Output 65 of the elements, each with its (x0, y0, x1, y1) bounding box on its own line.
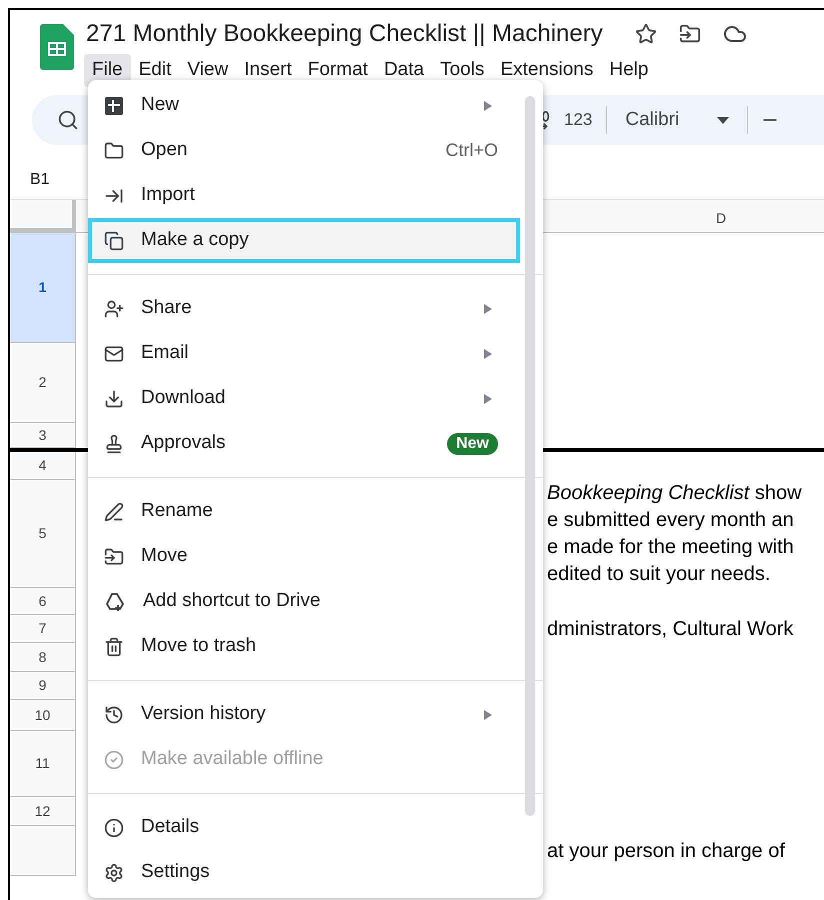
shortcut-text: Ctrl+O (445, 139, 498, 162)
menu-bar-item[interactable]: Help (601, 54, 656, 86)
menu-item[interactable]: Approvals New (88, 421, 520, 466)
row-header[interactable]: 10 (10, 700, 76, 731)
menu-item[interactable]: Rename (88, 489, 520, 534)
menu-item[interactable]: Version history (88, 692, 520, 737)
menu-item[interactable]: Share (88, 286, 520, 331)
row-header[interactable]: 11 (10, 731, 76, 797)
document-title[interactable]: 271 Monthly Bookkeeping Checklist || Machinery (86, 16, 603, 52)
settings-icon (104, 862, 124, 882)
pen-icon (104, 502, 124, 522)
row-header[interactable]: 4 (10, 452, 76, 480)
trash-icon (104, 636, 124, 656)
download-icon (104, 388, 124, 408)
sheets-logo-icon[interactable] (40, 24, 74, 70)
info-icon (104, 818, 124, 838)
submenu-arrow-icon (484, 348, 492, 358)
menu-item[interactable]: Move (88, 534, 520, 579)
menu-item[interactable]: Open Ctrl+O (88, 128, 520, 173)
cell-text: Bookkeeping Checklist show (547, 481, 803, 506)
menu-item[interactable]: Details (88, 805, 520, 850)
history-icon (104, 704, 124, 724)
row-header[interactable]: 6 (10, 588, 76, 615)
menu-item[interactable]: Download (88, 376, 520, 421)
copy-icon (104, 230, 124, 250)
row-header[interactable]: 1 (10, 233, 76, 343)
folder-move-icon[interactable] (678, 23, 701, 45)
submenu-arrow-icon (484, 304, 492, 314)
menu-item[interactable]: Import (88, 173, 520, 218)
folder-move-icon (104, 546, 124, 566)
menu-item[interactable]: Settings (88, 850, 520, 895)
row-header[interactable]: 3 (10, 423, 76, 448)
submenu-arrow-icon (484, 394, 492, 404)
number-format-button[interactable]: 123 (564, 107, 592, 133)
plus-square-icon (104, 96, 124, 116)
new-badge: New (447, 432, 498, 454)
font-dropdown[interactable]: Calibri (625, 106, 708, 134)
menu-item[interactable]: Move to trash (88, 624, 520, 669)
menu-item[interactable]: Email (88, 331, 520, 376)
row-header[interactable]: 8 (10, 643, 76, 672)
cell-text: edited to suit your needs. (547, 562, 772, 587)
name-box[interactable]: B1 (30, 168, 50, 192)
menu-item[interactable]: Make a copy (88, 218, 520, 263)
scrollbar-thumb[interactable] (525, 96, 535, 816)
caret-icon[interactable] (717, 116, 730, 124)
cell-text: at your person in charge of (547, 838, 786, 864)
row-header[interactable]: 5 (10, 480, 76, 588)
menu-item[interactable]: Add shortcut to Drive (88, 579, 520, 624)
row-header[interactable]: 12 (10, 797, 76, 826)
row-header[interactable]: 2 (10, 343, 76, 423)
check-circle-icon (104, 750, 124, 770)
search-icon[interactable] (57, 109, 79, 131)
cell-text: e made for the meeting with (547, 535, 795, 560)
cell-text: dministrators, Cultural Work (547, 616, 794, 642)
stamp-icon (104, 434, 124, 454)
triangle-plus-icon (104, 590, 126, 612)
star-icon[interactable] (634, 23, 657, 45)
mail-icon (104, 344, 124, 364)
submenu-arrow-icon (484, 100, 492, 110)
user-plus-icon (104, 298, 124, 318)
submenu-arrow-icon (484, 710, 492, 720)
row-header[interactable]: 9 (10, 672, 76, 700)
row-header[interactable]: 7 (10, 615, 76, 643)
folder-icon (104, 140, 124, 160)
cell-text: e submitted every month an (547, 508, 795, 533)
